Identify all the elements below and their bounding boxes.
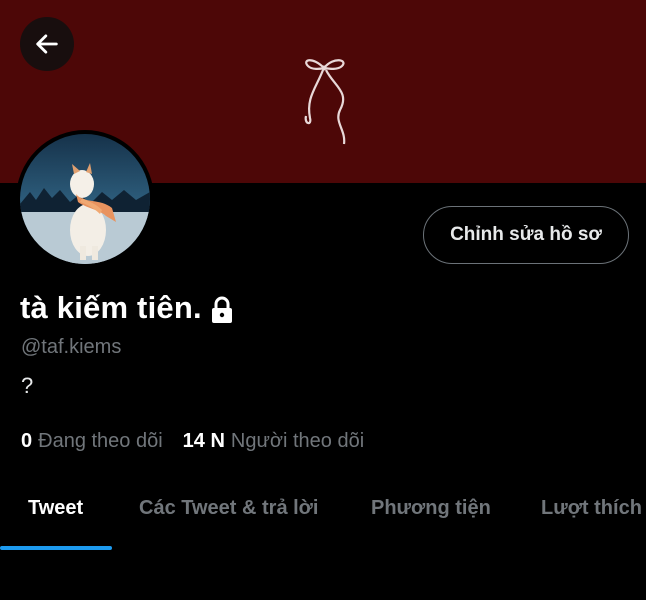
following-label: Đang theo dõi [38,430,163,452]
tab-tweets-and-replies[interactable]: Các Tweet & trả lời [139,497,318,520]
display-name-row: tà kiếm tiên. [20,290,234,326]
followers-link[interactable]: 14 N Người theo dõi [183,430,365,453]
tab-tweets[interactable]: Tweet [28,497,83,520]
display-name: tà kiếm tiên. [20,290,202,325]
followers-label: Người theo dõi [230,430,365,452]
profile-tabs: Tweet Các Tweet & trả lời Phương tiện Lư… [0,480,646,550]
avatar-image [20,134,150,264]
avatar[interactable] [16,130,154,268]
back-button[interactable] [20,17,74,71]
edit-profile-button[interactable]: Chỉnh sửa hồ sơ [423,206,629,264]
bio-text: ? [21,373,34,398]
arrow-left-icon [36,34,58,54]
ribbon-bow-decoration [304,59,346,145]
active-tab-indicator [0,546,112,550]
tab-likes[interactable]: Lượt thích [541,497,642,520]
following-link[interactable]: 0 Đang theo dõi [21,430,163,453]
lock-icon [211,296,232,323]
tab-media[interactable]: Phương tiện [371,497,491,520]
user-handle: @taf.kiems [21,336,122,358]
followers-count: 14 N [182,430,225,452]
follow-stats: 0 Đang theo dõi 14 N Người theo dõi [21,430,364,453]
following-count: 0 [21,430,33,452]
